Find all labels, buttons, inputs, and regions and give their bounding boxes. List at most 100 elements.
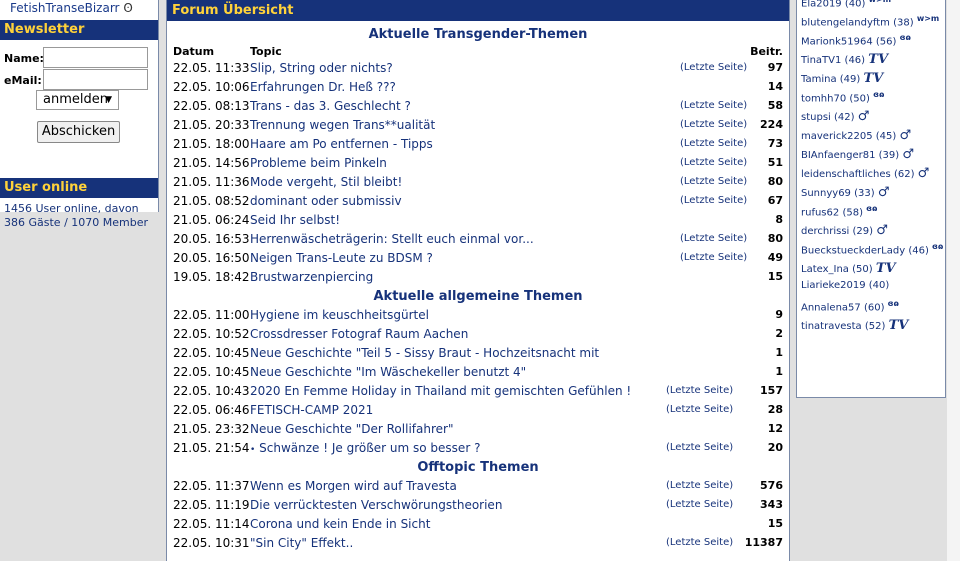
member-item[interactable]: Liarieke2019 (40) xyxy=(797,280,945,299)
member-item[interactable]: rufus62 (58) ɞɷ xyxy=(797,204,945,223)
last-page-link[interactable]: (Letzte Seite) xyxy=(680,233,747,244)
last-page-link[interactable]: (Letzte Seite) xyxy=(680,119,747,130)
topic-link[interactable]: Brustwarzenpiercing xyxy=(250,270,373,284)
member-name[interactable]: tomhh70 xyxy=(801,93,846,104)
member-item[interactable]: TinaTV1 (46) TV xyxy=(797,52,945,71)
member-name[interactable]: Annalena57 xyxy=(801,302,861,313)
member-item[interactable]: tomhh70 (50) ɞɷ xyxy=(797,90,945,109)
member-item[interactable]: Marionk51964 (56) ɞɷ xyxy=(797,33,945,52)
member-item[interactable]: tinatravesta (52) TV xyxy=(797,318,945,337)
topic-title[interactable]: Seid Ihr selbst! xyxy=(250,213,340,227)
last-page-link[interactable]: (Letzte Seite) xyxy=(666,480,733,491)
topic-link[interactable]: Wenn es Morgen wird auf Travesta xyxy=(250,479,457,493)
member-item[interactable]: derchrissi (29) ♂ xyxy=(797,223,945,242)
topic-link[interactable]: FETISCH-CAMP 2021 xyxy=(250,403,373,417)
topic-title[interactable]: Schwänze ! Je größer um so besser ? xyxy=(259,441,480,455)
topic-title[interactable]: Haare am Po entfernen - Tipps xyxy=(250,137,433,151)
topic-link[interactable]: Trennung wegen Trans**ualität xyxy=(250,118,435,132)
topic-link[interactable]: Trans - das 3. Geschlecht ? xyxy=(250,99,411,113)
member-item[interactable]: maverick2205 (45) ♂ xyxy=(797,128,945,147)
site-link[interactable]: FetishTranseBizarr xyxy=(10,1,120,15)
topic-link[interactable]: Neue Geschichte "Teil 5 - Sissy Braut - … xyxy=(250,346,599,360)
last-page-link[interactable]: (Letzte Seite) xyxy=(680,138,747,149)
submit-button[interactable]: Abschicken xyxy=(37,121,120,143)
last-page-link[interactable]: (Letzte Seite) xyxy=(666,442,733,453)
name-field[interactable] xyxy=(43,47,148,68)
last-page-link[interactable]: (Letzte Seite) xyxy=(666,385,733,396)
topic-link[interactable]: 2020 En Femme Holiday in Thailand mit ge… xyxy=(250,384,631,398)
topic-title[interactable]: Brustwarzenpiercing xyxy=(250,270,373,284)
topic-link[interactable]: Seid Ihr selbst! xyxy=(250,213,340,227)
topic-link[interactable]: "Sin City" Effekt.. xyxy=(250,536,353,550)
topic-link[interactable]: Neue Geschichte "Im Wäschekeller benutzt… xyxy=(250,365,526,379)
topic-title[interactable]: 2020 En Femme Holiday in Thailand mit ge… xyxy=(250,384,631,398)
member-item[interactable]: stupsi (42) ♂ xyxy=(797,109,945,128)
member-name[interactable]: rufus62 xyxy=(801,207,839,218)
member-name[interactable]: stupsi xyxy=(801,112,831,123)
topic-title[interactable]: Corona und kein Ende in Sicht xyxy=(250,517,430,531)
subscribe-select[interactable]: anmelden ▼ xyxy=(36,90,119,110)
topic-title[interactable]: Wenn es Morgen wird auf Travesta xyxy=(250,479,457,493)
topic-title[interactable]: Neue Geschichte "Im Wäschekeller benutzt… xyxy=(250,365,526,379)
topic-title[interactable]: Slip, String oder nichts? xyxy=(250,61,393,75)
topic-link[interactable]: Mode vergeht, Stil bleibt! xyxy=(250,175,402,189)
last-page-link[interactable]: (Letzte Seite) xyxy=(666,537,733,548)
member-name[interactable]: Ela2019 xyxy=(801,0,842,9)
topic-title[interactable]: Hygiene im keuschheitsgürtel xyxy=(250,308,429,322)
topic-link[interactable]: Die verrücktesten Verschwörungstheorien xyxy=(250,498,502,512)
member-item[interactable]: Ela2019 (40) w>m xyxy=(797,0,945,14)
topic-title[interactable]: Neue Geschichte "Teil 5 - Sissy Braut - … xyxy=(250,346,599,360)
last-page-link[interactable]: (Letzte Seite) xyxy=(680,252,747,263)
member-item[interactable]: Tamina (49) TV xyxy=(797,71,945,90)
topic-title[interactable]: Erfahrungen Dr. Heß ??? xyxy=(250,80,396,94)
last-page-link[interactable]: (Letzte Seite) xyxy=(666,404,733,415)
member-name[interactable]: Latex_Ina xyxy=(801,264,849,275)
topic-link[interactable]: Erfahrungen Dr. Heß ??? xyxy=(250,80,396,94)
topic-link[interactable]: Herrenwäscheträgerin: Stellt euch einmal… xyxy=(250,232,534,246)
topic-title[interactable]: Trans - das 3. Geschlecht ? xyxy=(250,99,411,113)
topic-title[interactable]: FETISCH-CAMP 2021 xyxy=(250,403,373,417)
topic-link[interactable]: Neue Geschichte "Der Rollifahrer" xyxy=(250,422,453,436)
topic-link[interactable]: Slip, String oder nichts? xyxy=(250,61,393,75)
topic-title[interactable]: Crossdresser Fotograf Raum Aachen xyxy=(250,327,468,341)
member-item[interactable]: BIAnfaenger81 (39) ♂ xyxy=(797,147,945,166)
member-name[interactable]: Tamina xyxy=(801,74,837,85)
topic-title[interactable]: Neigen Trans-Leute zu BDSM ? xyxy=(250,251,433,265)
site-link-row[interactable]: FetishTranseBizarr ʘ xyxy=(0,0,158,20)
topic-link[interactable]: Probleme beim Pinkeln xyxy=(250,156,387,170)
topic-link[interactable]: Hygiene im keuschheitsgürtel xyxy=(250,308,429,322)
last-page-link[interactable]: (Letzte Seite) xyxy=(666,499,733,510)
member-item[interactable]: leidenschaftliches (62) ♂ xyxy=(797,166,945,185)
member-name[interactable]: maverick2205 xyxy=(801,131,873,142)
last-page-link[interactable]: (Letzte Seite) xyxy=(680,62,747,73)
member-name[interactable]: TinaTV1 xyxy=(801,55,841,66)
topic-title[interactable]: Probleme beim Pinkeln xyxy=(250,156,387,170)
topic-link[interactable]: Corona und kein Ende in Sicht xyxy=(250,517,430,531)
topic-title[interactable]: Neue Geschichte "Der Rollifahrer" xyxy=(250,422,453,436)
member-name[interactable]: derchrissi xyxy=(801,226,849,237)
topic-title[interactable]: Trennung wegen Trans**ualität xyxy=(250,118,435,132)
member-name[interactable]: BueckstueckderLady xyxy=(801,245,905,256)
member-name[interactable]: Marionk51964 xyxy=(801,36,873,47)
topic-title[interactable]: Die verrücktesten Verschwörungstheorien xyxy=(250,498,502,512)
topic-link[interactable]: • Schwänze ! Je größer um so besser ? xyxy=(250,441,480,455)
member-name[interactable]: Liarieke2019 xyxy=(801,280,866,291)
topic-link[interactable]: Crossdresser Fotograf Raum Aachen xyxy=(250,327,468,341)
member-name[interactable]: tinatravesta xyxy=(801,321,862,332)
topic-link[interactable]: Neigen Trans-Leute zu BDSM ? xyxy=(250,251,433,265)
member-name[interactable]: blutengelandyftm xyxy=(801,17,890,28)
member-item[interactable]: BueckstueckderLady (46) ɞɷ xyxy=(797,242,945,261)
last-page-link[interactable]: (Letzte Seite) xyxy=(680,100,747,111)
member-item[interactable]: Annalena57 (60) ɞɷ xyxy=(797,299,945,318)
last-page-link[interactable]: (Letzte Seite) xyxy=(680,157,747,168)
topic-title[interactable]: dominant oder submissiv xyxy=(250,194,402,208)
topic-title[interactable]: "Sin City" Effekt.. xyxy=(250,536,353,550)
email-field[interactable] xyxy=(43,69,148,90)
member-item[interactable]: Sunnyy69 (33) ♂ xyxy=(797,185,945,204)
member-name[interactable]: leidenschaftliches xyxy=(801,169,891,180)
member-name[interactable]: Sunnyy69 xyxy=(801,188,851,199)
member-name[interactable]: BIAnfaenger81 xyxy=(801,150,875,161)
topic-link[interactable]: dominant oder submissiv xyxy=(250,194,402,208)
topic-link[interactable]: Haare am Po entfernen - Tipps xyxy=(250,137,433,151)
last-page-link[interactable]: (Letzte Seite) xyxy=(680,176,747,187)
